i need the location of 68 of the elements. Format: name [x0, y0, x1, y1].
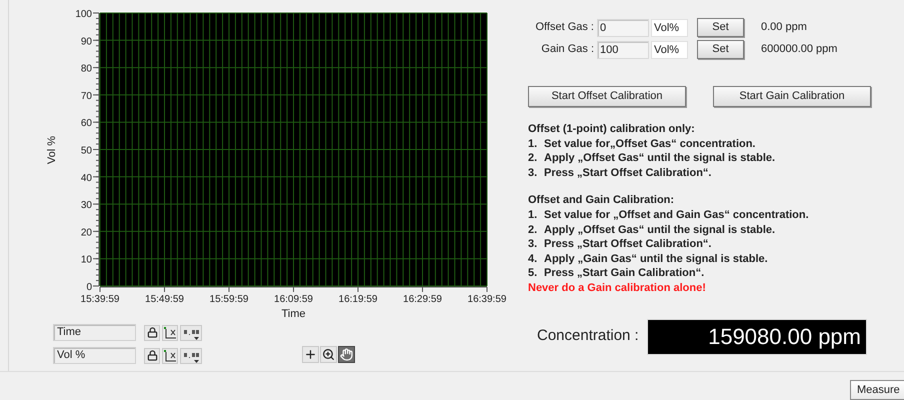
- y-tick-label: 80: [80, 64, 92, 75]
- cursor-tool-button[interactable]: [302, 346, 319, 363]
- gas-reading: 0.00 ppm: [761, 20, 807, 36]
- step-number: 5.: [528, 266, 538, 281]
- format-icon[interactable]: [180, 324, 202, 340]
- y-tick-label: 70: [80, 90, 92, 102]
- instruction-step: Set value for „Offset and Gain Gas“ concentration.: [544, 208, 809, 223]
- pan-tool-button[interactable]: [338, 346, 355, 363]
- concentration-display: 159080.00 ppm: [647, 318, 867, 355]
- x-tick-label: 15:49:59: [145, 294, 184, 305]
- concentration-label: Concentration :: [537, 326, 640, 346]
- y-tick-label: 30: [80, 200, 92, 212]
- instruction-step: Press „Start Offset Calibration“.: [544, 166, 712, 180]
- step-number: 2.: [528, 151, 538, 166]
- format-icon[interactable]: [180, 348, 202, 364]
- unit-field: Vol%: [651, 18, 688, 36]
- x-tick-label: 16:09:59: [274, 294, 313, 305]
- x-tick-label: 16:19:59: [338, 294, 378, 305]
- calibration-button[interactable]: Start Gain Calibration: [713, 86, 871, 107]
- instruction-step: Press „Start Offset Calibration“.: [544, 237, 712, 252]
- x-tick-label: 15:39:59: [80, 294, 120, 305]
- instruction-heading: Offset and Gain Calibration:: [528, 193, 676, 208]
- y-tick-label: 0: [86, 282, 92, 293]
- y-tick-label: 10: [80, 254, 92, 266]
- x-tick-label: 15:59:59: [210, 294, 248, 305]
- y-tick-label: 90: [80, 36, 92, 48]
- y-axis-title: Vol %: [46, 136, 58, 164]
- instruction-step: Apply „Gain Gas“ until the signal is stable.: [544, 252, 768, 266]
- lock-icon[interactable]: [144, 348, 160, 364]
- step-number: 3.: [528, 237, 538, 252]
- instruction-heading: Offset (1-point) calibration only:: [528, 122, 696, 137]
- pan-icon: [340, 348, 353, 361]
- cursor-icon: [304, 348, 317, 361]
- y-tick-label: 40: [80, 172, 92, 184]
- x-axis-title: Time: [281, 308, 306, 320]
- x-tick-label: 16:29:59: [403, 294, 442, 305]
- unit-field: Vol%: [651, 40, 688, 58]
- axis-scale-icon[interactable]: [162, 324, 178, 340]
- measure-button[interactable]: Measure: [850, 380, 904, 400]
- set-button[interactable]: Set: [697, 40, 744, 59]
- calibration-button[interactable]: Start Offset Calibration: [528, 86, 686, 107]
- y-tick-label: 60: [80, 118, 92, 130]
- axis-scale-icon[interactable]: [162, 348, 178, 364]
- gas-label: Gain Gas :: [540, 42, 595, 58]
- scale-name-field[interactable]: Time: [53, 324, 136, 341]
- gas-value-field[interactable]: 0: [597, 18, 649, 36]
- zoom-tool-button[interactable]: [320, 346, 337, 363]
- zoom-icon: [322, 348, 335, 361]
- x-tick-label: 16:39:59: [468, 294, 506, 305]
- y-tick-label: 20: [80, 227, 92, 238]
- instruction-step: Apply „Offset Gas“ until the signal is stable.: [544, 222, 776, 238]
- step-number: 4.: [528, 252, 538, 266]
- gas-reading: 600000.00 ppm: [761, 42, 838, 58]
- gas-label: Offset Gas :: [534, 20, 595, 36]
- step-number: 1.: [528, 136, 538, 152]
- warning-text: Never do a Gain calibration alone!: [528, 280, 707, 296]
- y-tick-label: 100: [75, 9, 92, 20]
- y-tick-label: 50: [80, 146, 92, 156]
- step-number: 1.: [528, 208, 538, 223]
- instruction-step: Set value for„Offset Gas“ concentration.: [544, 136, 756, 152]
- step-number: 3.: [528, 166, 538, 180]
- step-number: 2.: [528, 222, 538, 238]
- scale-name-field[interactable]: Vol %: [53, 347, 136, 364]
- lock-icon[interactable]: [144, 324, 160, 340]
- instruction-step: Press „Start Gain Calibration“.: [544, 266, 704, 281]
- instruction-step: Apply „Offset Gas“ until the signal is stable.: [544, 151, 776, 166]
- gas-value-field[interactable]: 100: [597, 40, 649, 58]
- set-button[interactable]: Set: [697, 18, 744, 37]
